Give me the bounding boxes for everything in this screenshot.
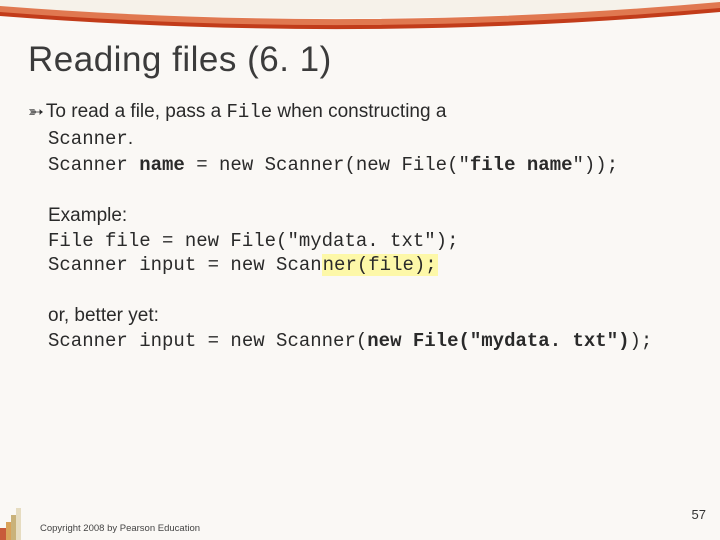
better-line: Scanner input = new Scanner(new File("my… (48, 329, 702, 354)
text: when constructing a (272, 101, 446, 122)
bullet-continuation: Scanner. (48, 127, 702, 152)
bullet-icon: ➳ (28, 101, 44, 126)
code-text: ); (630, 330, 653, 352)
code-text: File (227, 101, 273, 123)
code-text: Scanner input = new Scan (48, 254, 322, 276)
code-text: = new Scanner(new File(" (185, 154, 470, 176)
code-text: Scanner input = new Scanner( (48, 330, 367, 352)
page-number: 57 (692, 507, 706, 522)
code-placeholder: name (139, 154, 185, 176)
bullet-text: To read a file, pass a File when constru… (46, 100, 446, 125)
code-text: Scanner (48, 154, 139, 176)
example-block: Example: File file = new File("mydata. t… (48, 204, 702, 278)
better-label: or, better yet: (48, 304, 702, 329)
text: . (128, 128, 133, 149)
example-line-2: Scanner input = new Scanner(file); (48, 253, 702, 278)
code-bold: new File("mydata. txt") (367, 330, 629, 352)
decorative-top-curve (0, 0, 720, 38)
highlighted-code: ner(file); (322, 254, 438, 276)
copyright-footer: Copyright 2008 by Pearson Education (40, 523, 200, 534)
body-text: ➳ To read a file, pass a File when const… (28, 100, 702, 354)
code-text: ")); (573, 154, 619, 176)
slide-content: Reading files (6. 1) ➳ To read a file, p… (28, 40, 702, 530)
syntax-line: Scanner name = new Scanner(new File("fil… (48, 153, 702, 178)
code-placeholder: file name (470, 154, 573, 176)
example-label: Example: (48, 204, 702, 229)
corner-decoration (0, 504, 26, 540)
example-line-1: File file = new File("mydata. txt"); (48, 229, 702, 254)
text: To read a file, pass a (46, 101, 227, 122)
bullet-line: ➳ To read a file, pass a File when const… (28, 100, 702, 125)
slide-title: Reading files (6. 1) (28, 40, 702, 80)
code-text: Scanner (48, 128, 128, 150)
better-block: or, better yet: Scanner input = new Scan… (48, 304, 702, 353)
